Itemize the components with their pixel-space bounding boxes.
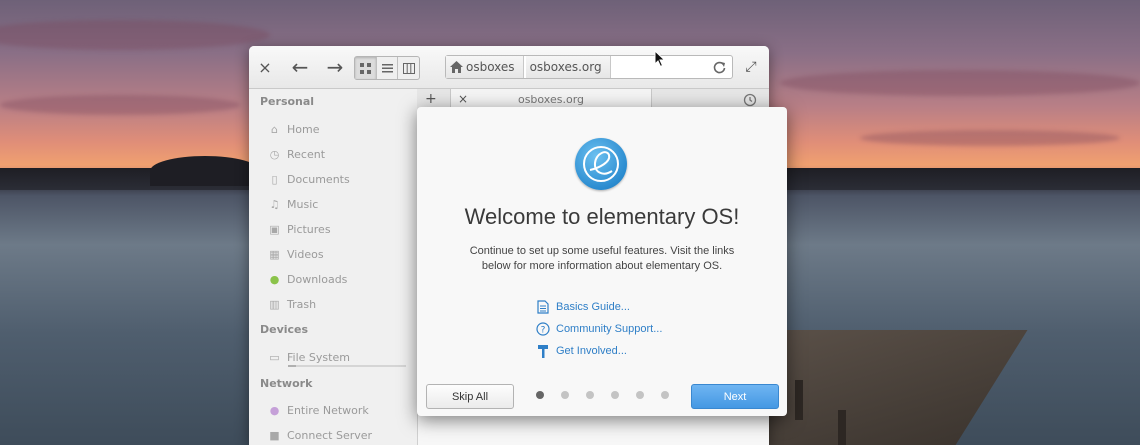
sidebar-item-label: Downloads: [287, 272, 348, 286]
page-dot[interactable]: [636, 391, 644, 399]
sidebar-item-recent[interactable]: ◷ Recent: [268, 145, 325, 163]
community-support-link[interactable]: ? Community Support...: [536, 320, 662, 338]
document-icon: [536, 300, 550, 314]
sidebar-item-label: Home: [287, 122, 320, 136]
sidebar-item-pictures[interactable]: ▣ Pictures: [268, 220, 331, 238]
sidebar-item-videos[interactable]: ▦ Videos: [268, 245, 324, 263]
disk-usage-bar: [288, 365, 406, 367]
sidebar-item-music[interactable]: ♫ Music: [268, 195, 319, 213]
skip-all-button[interactable]: Skip All: [426, 384, 514, 409]
drive-icon: ▭: [269, 350, 280, 364]
link-label: Basics Guide...: [556, 301, 630, 313]
page-indicator: [534, 391, 674, 401]
page-dot[interactable]: [661, 391, 669, 399]
tab-title: osboxes.org: [517, 93, 585, 106]
view-switcher: [354, 56, 420, 80]
sidebar-item-label: File System: [287, 350, 350, 364]
page-dot[interactable]: [586, 391, 594, 399]
breadcrumb-label: osboxes: [466, 60, 515, 74]
icon-view-button[interactable]: [355, 57, 377, 79]
page-dot[interactable]: [561, 391, 569, 399]
column-view-button[interactable]: [398, 57, 419, 79]
forward-button[interactable]: →: [324, 55, 346, 79]
forward-arrow-icon: →: [326, 55, 344, 79]
sidebar-item-label: Documents: [287, 172, 350, 186]
music-icon: ♫: [269, 197, 280, 211]
sidebar-item-label: Music: [287, 197, 319, 211]
page-dot[interactable]: [611, 391, 619, 399]
sidebar-item-label: Connect Server: [287, 428, 373, 442]
link-label: Community Support...: [556, 323, 663, 335]
back-arrow-icon: ←: [291, 55, 309, 79]
mouse-pointer-icon: [654, 50, 666, 68]
sidebar-item-documents[interactable]: ▯ Documents: [268, 170, 350, 188]
link-label: Get Involved...: [556, 345, 627, 357]
maximize-icon: ⤢: [745, 59, 757, 75]
sidebar-heading-personal: Personal: [260, 95, 315, 108]
sidebar-heading-devices: Devices: [260, 323, 309, 336]
breadcrumb-home[interactable]: osboxes: [446, 56, 524, 78]
elementary-logo: [575, 138, 627, 190]
next-button[interactable]: Next: [691, 384, 779, 409]
network-icon: ●: [269, 403, 280, 417]
welcome-description: Continue to set up some useful features.…: [469, 245, 735, 272]
page-dot[interactable]: [536, 391, 544, 399]
close-icon: ×: [258, 57, 272, 77]
sidebar-item-label: Trash: [287, 297, 317, 311]
breadcrumb-label: osboxes.org: [529, 60, 602, 74]
list-view-button[interactable]: [377, 57, 399, 79]
reload-icon[interactable]: [713, 61, 726, 74]
sidebar-item-trash[interactable]: ▥ Trash: [268, 295, 316, 313]
get-involved-link[interactable]: Get Involved...: [536, 342, 627, 360]
close-button[interactable]: ×: [257, 56, 273, 78]
elementary-logo-icon: [583, 146, 619, 182]
documents-icon: ▯: [271, 172, 278, 186]
sidebar-item-label: Recent: [287, 147, 326, 161]
welcome-dialog: Welcome to elementary OS! Continue to se…: [417, 107, 787, 416]
location-bar[interactable]: osboxes osboxes.org: [445, 55, 733, 79]
hammer-icon: [536, 344, 550, 358]
server-icon: ■: [269, 428, 280, 442]
history-icon[interactable]: [743, 93, 757, 107]
recent-icon: ◷: [269, 147, 280, 161]
basics-guide-link[interactable]: Basics Guide...: [536, 298, 630, 316]
sidebar-item-home[interactable]: ⌂ Home: [268, 120, 319, 138]
help-icon: ?: [536, 322, 550, 336]
sidebar-item-entire-network[interactable]: ● Entire Network: [268, 401, 369, 419]
sidebar-item-label: Videos: [287, 247, 324, 261]
breadcrumb-current[interactable]: osboxes.org: [525, 56, 611, 78]
grid-icon: [359, 62, 371, 74]
sidebar-item-label: Pictures: [287, 222, 331, 236]
videos-icon: ▦: [269, 247, 280, 261]
sidebar-item-connect-server[interactable]: ■ Connect Server: [268, 426, 372, 444]
list-icon: [381, 63, 393, 72]
home-icon: [450, 61, 463, 73]
svg-text:?: ?: [541, 326, 546, 336]
trash-icon: ▥: [269, 297, 280, 311]
sidebar-item-downloads[interactable]: ● Downloads: [268, 270, 348, 288]
sidebar: Personal ⌂ Home ◷ Recent ▯ Documents ♫ Music…: [249, 89, 418, 445]
home-icon: ⌂: [271, 122, 278, 136]
pictures-icon: ▣: [269, 222, 280, 236]
sidebar-item-label: Entire Network: [287, 403, 369, 417]
maximize-button[interactable]: ⤢: [742, 56, 760, 78]
downloads-icon: ●: [269, 272, 280, 286]
sidebar-heading-network: Network: [260, 377, 313, 390]
welcome-title: Welcome to elementary OS!: [464, 204, 740, 229]
new-tab-button[interactable]: +: [425, 91, 437, 107]
back-button[interactable]: ←: [289, 55, 311, 79]
headerbar: × ← → osboxes osboxes.org ⤢: [249, 46, 769, 89]
columns-icon: [402, 62, 415, 74]
sidebar-item-file-system[interactable]: ▭ File System: [268, 348, 350, 366]
